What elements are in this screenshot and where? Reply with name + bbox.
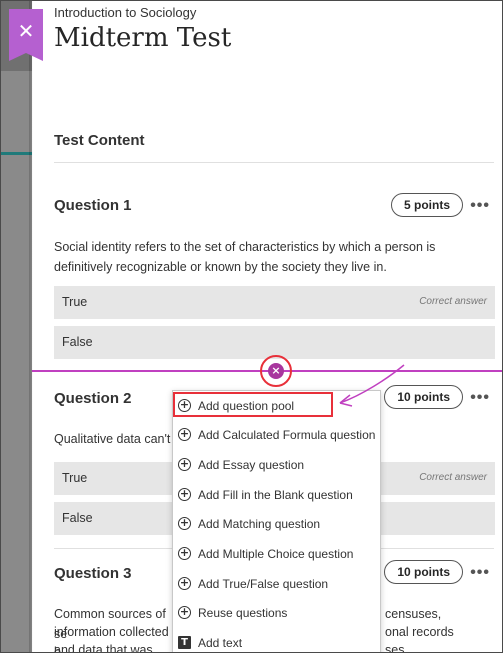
menu-item-add-true-false[interactable]: + Add True/False question xyxy=(173,569,380,598)
menu-item-label: Add True/False question xyxy=(198,577,329,591)
answer-label: True xyxy=(62,295,88,309)
menu-item-add-multiple-choice[interactable]: + Add Multiple Choice question xyxy=(173,539,380,568)
close-panel-button[interactable]: ✕ xyxy=(9,9,43,61)
answer-label: True xyxy=(62,471,88,485)
question-2-title: Question 2 xyxy=(54,390,132,407)
question-3-points-button[interactable]: 10 points xyxy=(384,560,463,584)
section-divider xyxy=(54,162,494,163)
menu-item-label: Add Matching question xyxy=(198,517,321,531)
add-content-menu: + Add question pool + Add Calculated For… xyxy=(172,390,381,652)
menu-item-add-essay[interactable]: + Add Essay question xyxy=(173,450,380,479)
correct-answer-label: Correct answer xyxy=(419,472,487,483)
insert-close-button[interactable]: × xyxy=(268,363,284,379)
plus-circle-icon: + xyxy=(178,487,191,501)
question-2-points-button[interactable]: 10 points xyxy=(384,385,463,409)
course-name: Introduction to Sociology xyxy=(54,5,197,20)
plus-circle-icon: + xyxy=(178,427,191,441)
plus-circle-icon: + xyxy=(178,457,191,471)
menu-item-label: Add Calculated Formula question xyxy=(198,428,376,442)
question-1-answer-1: True Correct answer xyxy=(54,286,495,319)
question-2-more-icon[interactable]: ••• xyxy=(470,389,490,407)
question-1-more-icon[interactable]: ••• xyxy=(470,197,490,215)
menu-item-add-matching[interactable]: + Add Matching question xyxy=(173,509,380,538)
question-3-more-icon[interactable]: ••• xyxy=(470,564,490,582)
question-1-points-button[interactable]: 5 points xyxy=(390,193,463,217)
text-icon: T xyxy=(178,636,191,649)
plus-circle-icon: + xyxy=(178,605,191,619)
plus-circle-icon: + xyxy=(178,398,191,412)
plus-circle-icon: + xyxy=(178,516,191,530)
page-title: Midterm Test xyxy=(54,23,232,53)
plus-circle-icon: + xyxy=(178,576,191,590)
menu-item-add-text[interactable]: T Add text xyxy=(173,628,380,652)
menu-item-add-question-pool[interactable]: + Add question pool xyxy=(173,391,380,420)
menu-item-label: Reuse questions xyxy=(198,606,288,620)
question-1-text: Social identity refers to the set of cha… xyxy=(54,240,436,274)
test-panel: Introduction to Sociology Midterm Test T… xyxy=(32,1,502,653)
menu-item-label: Add question pool xyxy=(198,399,295,413)
question-3-text-right-3: ses. xyxy=(385,643,408,653)
answer-label: False xyxy=(62,335,93,349)
section-title: Test Content xyxy=(54,132,145,149)
question-1-answer-2: False xyxy=(54,326,495,359)
menu-item-label: Add Fill in the Blank question xyxy=(198,488,353,502)
correct-answer-label: Correct answer xyxy=(419,296,487,307)
screenshot-frame: Introduction to Sociology Midterm Test T… xyxy=(0,0,503,653)
background-page-accent xyxy=(1,152,32,155)
panel-shadow xyxy=(29,1,33,652)
question-3-text-right-1: censuses, xyxy=(385,607,442,621)
answer-label: False xyxy=(62,511,93,525)
question-1-title: Question 1 xyxy=(54,197,132,214)
menu-item-label: Add text xyxy=(198,636,243,650)
question-3-title: Question 3 xyxy=(54,565,132,582)
background-page xyxy=(1,1,32,652)
question-3-text-right-2: onal records xyxy=(385,625,454,639)
menu-item-label: Add Multiple Choice question xyxy=(198,547,354,561)
menu-item-label: Add Essay question xyxy=(198,458,305,472)
header-card: Introduction to Sociology Midterm Test xyxy=(32,1,502,109)
menu-item-reuse-questions[interactable]: + Reuse questions xyxy=(173,598,380,627)
menu-item-add-fill-in-blank[interactable]: + Add Fill in the Blank question xyxy=(173,480,380,509)
panel-header: Introduction to Sociology Midterm Test xyxy=(32,1,502,109)
menu-item-add-calculated-formula[interactable]: + Add Calculated Formula question xyxy=(173,420,380,449)
plus-circle-icon: + xyxy=(178,546,191,560)
question-3-text-left-3: and data that was orig xyxy=(54,643,153,653)
